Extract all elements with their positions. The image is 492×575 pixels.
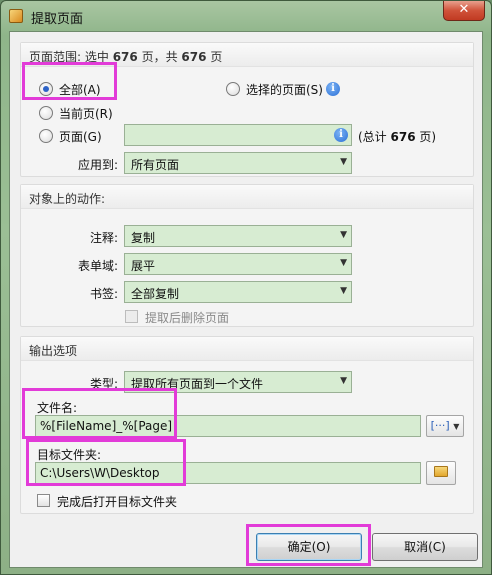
delete-after-extract-label: 提取后删除页面 [145, 311, 230, 325]
total-pages-value: 676 [390, 130, 416, 144]
form-fields-label: 表单域: [77, 259, 118, 273]
app-icon [9, 9, 23, 23]
radio-pages[interactable] [39, 129, 53, 143]
object-actions-header: 对象上的动作: [21, 185, 473, 209]
window-title: 提取页面 [31, 12, 84, 27]
filename-label: 文件名: [37, 401, 78, 415]
pages-input[interactable] [124, 124, 352, 146]
open-folder-after-label: 完成后打开目标文件夹 [57, 495, 178, 509]
title-bar: 提取页面 ✕ [1, 1, 491, 31]
page-range-header-mid: 页，共 [141, 50, 178, 64]
type-label: 类型: [89, 377, 118, 391]
chevron-down-icon: ▼ [340, 376, 347, 386]
page-range-header: 页面范围: 选中 676 页，共 676 页 [21, 43, 473, 67]
folder-icon [434, 466, 448, 477]
bookmarks-label: 书签: [89, 287, 118, 301]
chevron-down-icon: ▼ [340, 258, 347, 268]
annotations-label: 注释: [89, 231, 118, 245]
output-options-header: 输出选项 [21, 337, 473, 361]
bookmarks-value: 全部复制 [131, 287, 180, 301]
open-folder-after-checkbox[interactable] [37, 494, 50, 507]
total-page-count: 676 [181, 50, 207, 64]
chevron-down-icon: ▼ [453, 422, 460, 431]
cancel-button[interactable]: 取消(C) [372, 533, 478, 561]
output-options-section: 输出选项 类型: 提取所有页面到一个文件 ▼ 文件名: %[FileName]_… [20, 336, 474, 514]
info-icon[interactable]: i [326, 82, 340, 96]
dialog-client-area: 页面范围: 选中 676 页，共 676 页 全部(A) 选择的页面(S) i … [9, 31, 483, 568]
type-value: 提取所有页面到一个文件 [131, 377, 264, 391]
radio-all-label[interactable]: 全部(A) [59, 81, 101, 98]
form-fields-dropdown[interactable]: 展平 ▼ [124, 253, 352, 275]
total-pages-text: (总计 676 页) [358, 128, 436, 145]
radio-pages-label[interactable]: 页面(G) [59, 128, 102, 145]
apply-to-value: 所有页面 [131, 158, 180, 172]
form-fields-value: 展平 [131, 259, 156, 273]
filename-macro-button[interactable]: [···] ▼ [426, 415, 464, 437]
ok-button[interactable]: 确定(O) [256, 533, 362, 561]
chevron-down-icon: ▼ [340, 230, 347, 240]
total-prefix: (总计 [358, 130, 387, 144]
total-suffix: 页) [419, 130, 437, 144]
type-dropdown[interactable]: 提取所有页面到一个文件 ▼ [124, 371, 352, 393]
chevron-down-icon: ▼ [340, 157, 347, 167]
browse-folder-button[interactable] [426, 461, 456, 485]
close-button[interactable]: ✕ [443, 1, 485, 21]
radio-current-page-label[interactable]: 当前页(R) [59, 105, 113, 122]
radio-all[interactable] [39, 82, 53, 96]
apply-to-dropdown[interactable]: 所有页面 ▼ [124, 152, 352, 174]
annotations-dropdown[interactable]: 复制 ▼ [124, 225, 352, 247]
radio-current-page[interactable] [39, 106, 53, 120]
pages-info-icon[interactable]: i [334, 128, 348, 142]
delete-after-extract-checkbox[interactable] [125, 310, 138, 323]
page-range-header-prefix: 页面范围: 选中 [29, 50, 109, 64]
annotations-value: 复制 [131, 231, 156, 245]
bookmarks-dropdown[interactable]: 全部复制 ▼ [124, 281, 352, 303]
radio-selected-pages[interactable] [226, 82, 240, 96]
macro-button-label: [···] [430, 419, 450, 432]
filename-input[interactable]: %[FileName]_%[Page] [35, 415, 421, 437]
page-range-section: 页面范围: 选中 676 页，共 676 页 全部(A) 选择的页面(S) i … [20, 42, 474, 177]
selected-page-count: 676 [112, 50, 138, 64]
apply-to-label: 应用到: [77, 158, 118, 172]
object-actions-section: 对象上的动作: 注释: 复制 ▼ 表单域: 展平 ▼ 书签: 全部复制 ▼ 提取… [20, 184, 474, 327]
page-range-header-suffix: 页 [210, 50, 223, 64]
radio-selected-pages-label[interactable]: 选择的页面(S) [246, 81, 323, 98]
chevron-down-icon: ▼ [340, 286, 347, 296]
extract-pages-dialog: 提取页面 ✕ 页面范围: 选中 676 页，共 676 页 全部(A) 选择的页… [0, 0, 492, 575]
target-folder-input[interactable]: C:\Users\W\Desktop [35, 462, 421, 484]
target-folder-label: 目标文件夹: [37, 448, 102, 462]
